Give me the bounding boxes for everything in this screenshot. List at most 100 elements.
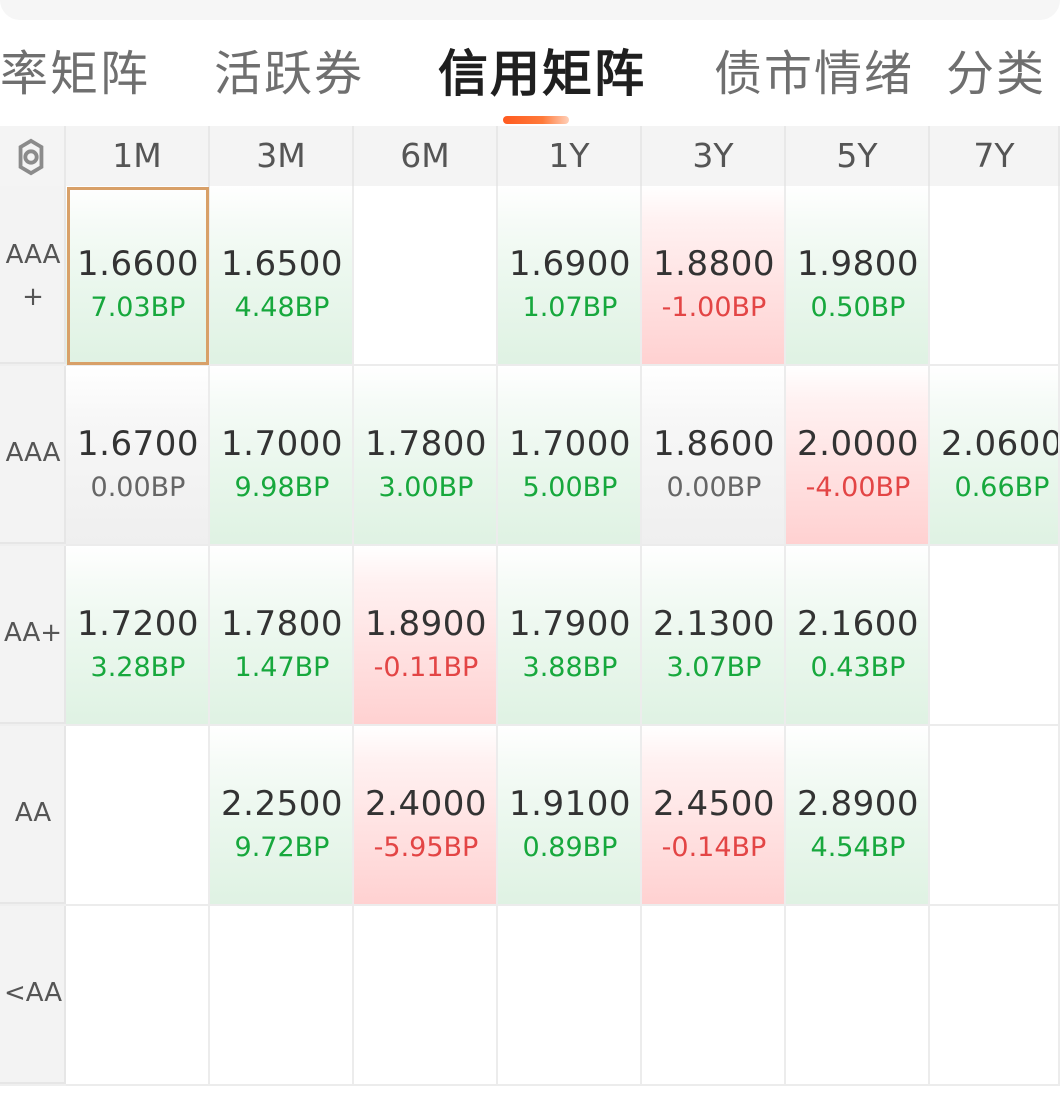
row-label-aa-text: AA [14, 798, 52, 828]
matrix-cell-aaa-plus-1y[interactable]: 1.6900 1.07BP [498, 186, 642, 366]
cell-change: 0.89BP [522, 832, 618, 863]
matrix-cell-aa-6m[interactable]: 2.4000 -5.95BP [354, 726, 498, 906]
cell-value: 1.8600 [653, 424, 775, 464]
cell-change: 3.00BP [378, 472, 474, 503]
matrix-cell-below-aa-3m [210, 906, 354, 1086]
cell-change: -0.14BP [661, 832, 767, 863]
cell-value: 2.2500 [221, 784, 343, 824]
cell-value: 1.7000 [221, 424, 343, 464]
matrix-header-row: 1M 3M 6M 1Y 3Y 5Y 7Y [0, 126, 1060, 186]
matrix-cell-below-aa-1m [66, 906, 210, 1086]
cell-value: 1.8900 [365, 604, 487, 644]
cell-value: 1.6700 [77, 424, 199, 464]
cell-change: -0.11BP [373, 652, 479, 683]
tab-bond-market-sentiment[interactable]: 债市情绪 [714, 34, 914, 114]
matrix-cell-aaa-6m[interactable]: 1.7800 3.00BP [354, 366, 498, 546]
cell-value: 1.7000 [509, 424, 631, 464]
cell-value: 2.0600 [941, 424, 1060, 464]
matrix-cell-aa-5y[interactable]: 2.8900 4.54BP [786, 726, 930, 906]
matrix-cell-below-aa-3y [642, 906, 786, 1086]
matrix-cell-aa-plus-1y[interactable]: 1.7900 3.88BP [498, 546, 642, 726]
tab-credit-matrix[interactable]: 信用矩阵 [438, 34, 646, 114]
matrix-cell-aa-3m[interactable]: 2.2500 9.72BP [210, 726, 354, 906]
matrix-cell-aaa-5y[interactable]: 2.0000 -4.00BP [786, 366, 930, 546]
matrix-cell-below-aa-1y [498, 906, 642, 1086]
cell-change: -1.00BP [661, 292, 767, 323]
cell-change: 5.00BP [522, 472, 618, 503]
credit-matrix-screen: 率矩阵 活跃券 信用矩阵 债市情绪 分类 1M 3M 6M 1Y 3Y 5Y 7… [0, 0, 1060, 1093]
matrix-cell-aaa-plus-7y [930, 186, 1060, 366]
matrix-cell-aa-1y[interactable]: 1.9100 0.89BP [498, 726, 642, 906]
row-label-aa-plus: AA+ [0, 546, 66, 724]
cell-change: 0.50BP [810, 292, 906, 323]
cell-value: 1.7800 [221, 604, 343, 644]
matrix-cell-aa-plus-6m[interactable]: 1.8900 -0.11BP [354, 546, 498, 726]
cell-change: 3.88BP [522, 652, 618, 683]
matrix-cell-aaa-1y[interactable]: 1.7000 5.00BP [498, 366, 642, 546]
cell-change: 9.72BP [234, 832, 330, 863]
matrix-cell-aa-3y[interactable]: 2.4500 -0.14BP [642, 726, 786, 906]
matrix-cell-aaa-3y[interactable]: 1.8600 0.00BP [642, 366, 786, 546]
cell-value: 2.4500 [653, 784, 775, 824]
cell-value: 1.9800 [797, 244, 919, 284]
row-label-aa-plus-text: AA+ [3, 618, 63, 648]
cell-value: 1.6900 [509, 244, 631, 284]
cell-change: 4.48BP [234, 292, 330, 323]
row-label-aaa-text: AAA [5, 438, 61, 468]
cell-value: 1.7200 [77, 604, 199, 644]
cell-value: 1.6600 [77, 244, 199, 284]
cell-value: 1.7900 [509, 604, 631, 644]
matrix-cell-aaa-7y[interactable]: 2.0600 0.66BP [930, 366, 1060, 546]
cell-value: 1.9100 [509, 784, 631, 824]
row-label-aa: AA [0, 726, 66, 904]
cell-change: 3.28BP [90, 652, 186, 683]
tab-category[interactable]: 分类 [946, 34, 1046, 114]
column-header-1y: 1Y [498, 126, 642, 186]
cell-change: 1.47BP [234, 652, 330, 683]
cell-value: 1.8800 [653, 244, 775, 284]
active-tab-indicator [503, 116, 569, 124]
column-header-5y: 5Y [786, 126, 930, 186]
top-card-edge [0, 0, 1060, 20]
matrix-cell-below-aa-7y [930, 906, 1060, 1086]
matrix-cell-aa-plus-3y[interactable]: 2.1300 3.07BP [642, 546, 786, 726]
matrix-cell-below-aa-5y [786, 906, 930, 1086]
cell-change: 1.07BP [522, 292, 618, 323]
cell-change: 0.00BP [90, 472, 186, 503]
column-header-1m: 1M [66, 126, 210, 186]
settings-button[interactable] [0, 126, 66, 186]
tab-active-bonds[interactable]: 活跃券 [214, 34, 364, 114]
row-label-aaa: AAA [0, 366, 66, 544]
matrix-cell-aaa-1m[interactable]: 1.6700 0.00BP [66, 366, 210, 546]
matrix-cell-aa-plus-3m[interactable]: 1.7800 1.47BP [210, 546, 354, 726]
cell-value: 2.1300 [653, 604, 775, 644]
tab-rate-matrix[interactable]: 率矩阵 [0, 34, 150, 114]
cell-change: 7.03BP [90, 292, 186, 323]
matrix-cell-aaa-plus-1m[interactable]: 1.6600 7.03BP [66, 186, 210, 366]
column-header-7y: 7Y [930, 126, 1060, 186]
matrix-cell-aaa-plus-5y[interactable]: 1.9800 0.50BP [786, 186, 930, 366]
cell-change: 3.07BP [666, 652, 762, 683]
credit-matrix-table: 1M 3M 6M 1Y 3Y 5Y 7Y AAA + AAA AA+ AA <A… [0, 126, 1060, 1086]
gear-icon [18, 138, 44, 176]
matrix-cell-aa-1m [66, 726, 210, 906]
matrix-cell-aa-plus-7y [930, 546, 1060, 726]
matrix-cell-aaa-3m[interactable]: 1.7000 9.98BP [210, 366, 354, 546]
cell-value: 1.7800 [365, 424, 487, 464]
cell-change: 9.98BP [234, 472, 330, 503]
row-label-below-aa-text: <AA [3, 978, 63, 1008]
matrix-cell-aaa-plus-6m [354, 186, 498, 366]
matrix-cell-aa-plus-5y[interactable]: 2.1600 0.43BP [786, 546, 930, 726]
cell-change: -5.95BP [373, 832, 479, 863]
cell-change: 0.43BP [810, 652, 906, 683]
row-label-aaa-plus: AAA + [0, 186, 66, 364]
matrix-cell-below-aa-6m [354, 906, 498, 1086]
row-label-below-aa: <AA [0, 906, 66, 1084]
matrix-cell-aa-plus-1m[interactable]: 1.7200 3.28BP [66, 546, 210, 726]
top-tab-bar: 率矩阵 活跃券 信用矩阵 债市情绪 分类 [0, 34, 1060, 124]
cell-value: 1.6500 [221, 244, 343, 284]
matrix-cell-aaa-plus-3m[interactable]: 1.6500 4.48BP [210, 186, 354, 366]
matrix-cell-aaa-plus-3y[interactable]: 1.8800 -1.00BP [642, 186, 786, 366]
column-header-3y: 3Y [642, 126, 786, 186]
row-label-aaa-plus-line-1: AAA [5, 240, 61, 270]
